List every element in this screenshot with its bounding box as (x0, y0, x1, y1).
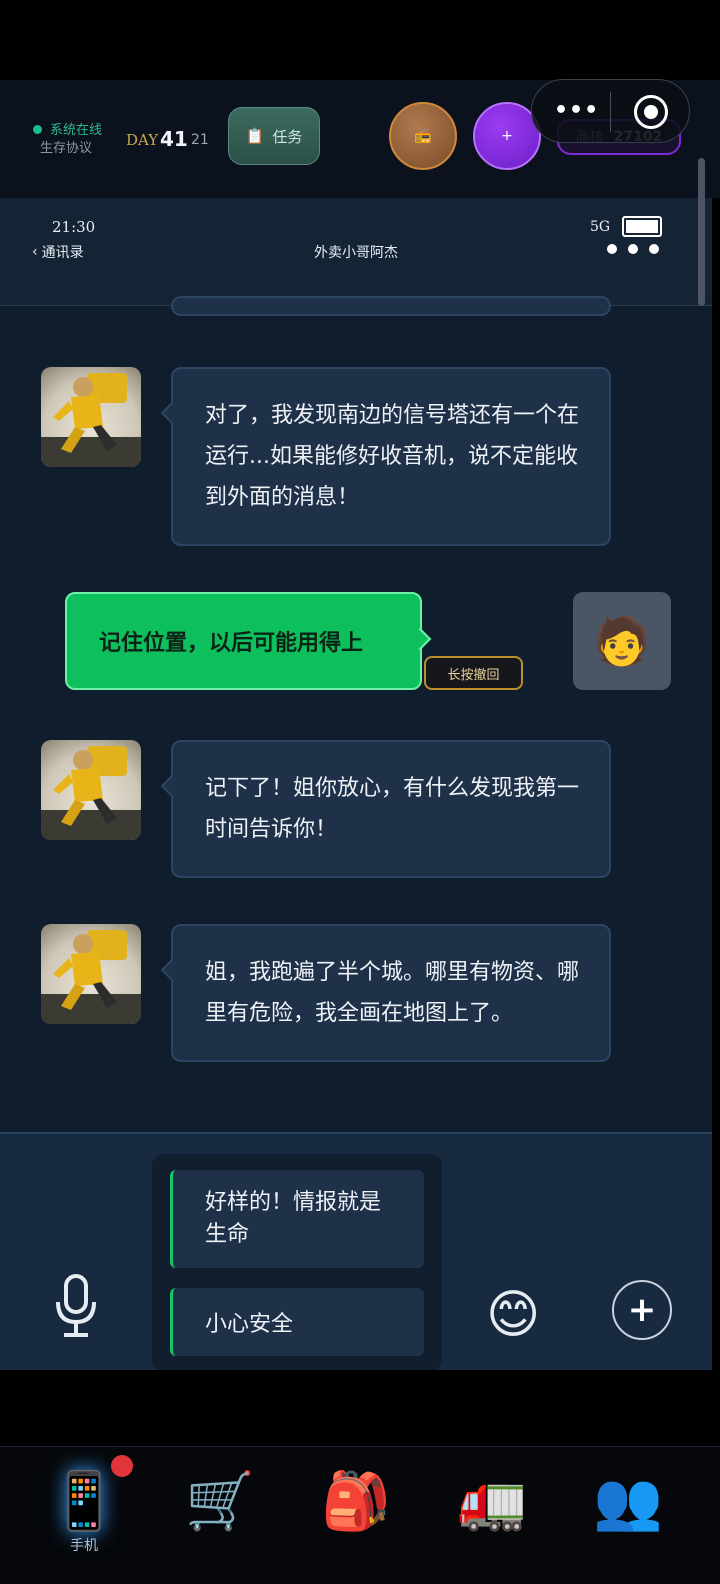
message-bubble[interactable]: 记下了！姐你放心，有什么发现我第一时间告诉你！ (171, 740, 611, 878)
bottom-navigation: 📱 手机 🛒 🎒 🚛 👥 (0, 1446, 720, 1584)
truck-icon: 🚛 (457, 1469, 527, 1534)
contact-avatar[interactable] (41, 367, 141, 467)
day-label: DAY (126, 131, 159, 149)
nav-item-phone[interactable]: 📱 手机 (12, 1447, 156, 1584)
emoji-icon[interactable]: 😊 (486, 1284, 540, 1346)
chat-message-list[interactable]: 对了，我发现南边的信号塔还有一个在运行...如果能修好收音机，说不定能收到外面的… (0, 296, 712, 1132)
phone-screen: 21:30 5G ‹ 通讯录 外卖小哥阿杰 对了，我发现南边的信号塔还有一个在运… (0, 198, 712, 1370)
person-icon: 🧑 (593, 613, 651, 668)
radio-button[interactable]: 📻 (389, 102, 457, 170)
microphone-icon[interactable] (52, 1274, 100, 1338)
task-button-label: 任务 (272, 127, 303, 146)
close-target-icon[interactable] (634, 95, 668, 129)
day-number: 41 (160, 127, 188, 151)
online-indicator-icon (33, 125, 42, 134)
quick-reply-panel: 好样的！情报就是生命 小心安全 (152, 1154, 442, 1370)
phone-icon: 📱 (49, 1469, 119, 1534)
purple-button-label: + (501, 128, 513, 144)
notification-badge (111, 1455, 133, 1477)
scrollbar[interactable] (698, 158, 705, 306)
more-options-icon[interactable] (607, 244, 659, 254)
nav-item-people[interactable]: 👥 (556, 1447, 700, 1584)
miniprogram-capsule: ••• (531, 79, 690, 143)
message-bubble[interactable]: 对了，我发现南边的信号塔还有一个在运行...如果能修好收音机，说不定能收到外面的… (171, 367, 611, 546)
task-button[interactable]: 📋 任务 (228, 107, 320, 165)
previous-message-edge (171, 296, 611, 316)
cart-icon: 🛒 (185, 1469, 255, 1534)
radio-icon: 📻 (414, 128, 432, 144)
chat-header: 21:30 5G ‹ 通讯录 外卖小哥阿杰 (0, 198, 712, 306)
phone-time: 21:30 (52, 218, 96, 236)
nav-item-truck[interactable]: 🚛 (420, 1447, 564, 1584)
nav-item-backpack[interactable]: 🎒 (284, 1447, 428, 1584)
clipboard-icon: 📋 (245, 127, 265, 145)
chat-input-area: 好样的！情报就是生命 小心安全 😊 + (0, 1132, 712, 1370)
backpack-icon: 🎒 (321, 1469, 391, 1534)
undo-hint-button[interactable]: 长按撤回 (424, 656, 523, 690)
contact-avatar[interactable] (41, 924, 141, 1024)
chat-title: 外卖小哥阿杰 (314, 245, 398, 261)
quick-reply-option[interactable]: 好样的！情报就是生命 (170, 1170, 424, 1268)
app-root: 系统在线 生存协议 DAY 41 21 📋 任务 📻 + 晶核 27102 ••… (0, 0, 720, 1584)
contact-avatar[interactable] (41, 740, 141, 840)
signal-indicator: 5G (590, 219, 611, 235)
people-icon: 👥 (593, 1469, 663, 1534)
day-sub-value: 21 (191, 132, 209, 148)
protocol-text: 生存协议 (40, 141, 93, 156)
outgoing-message-text: 记住位置，以后可能用得上 (99, 631, 364, 656)
add-attachment-button[interactable]: + (612, 1280, 672, 1340)
quick-reply-option[interactable]: 小心安全 (170, 1288, 424, 1356)
more-dots-icon[interactable]: ••• (554, 98, 599, 123)
online-status-text: 系统在线 (50, 123, 103, 138)
my-avatar[interactable]: 🧑 (573, 592, 671, 690)
battery-icon (622, 216, 662, 237)
outgoing-message-bubble[interactable]: 记住位置，以后可能用得上 (65, 592, 422, 690)
message-bubble[interactable]: 姐，我跑遍了半个城。哪里有物资、哪里有危险，我全画在地图上了。 (171, 924, 611, 1062)
capsule-divider (610, 92, 611, 132)
nav-item-shop[interactable]: 🛒 (148, 1447, 292, 1584)
